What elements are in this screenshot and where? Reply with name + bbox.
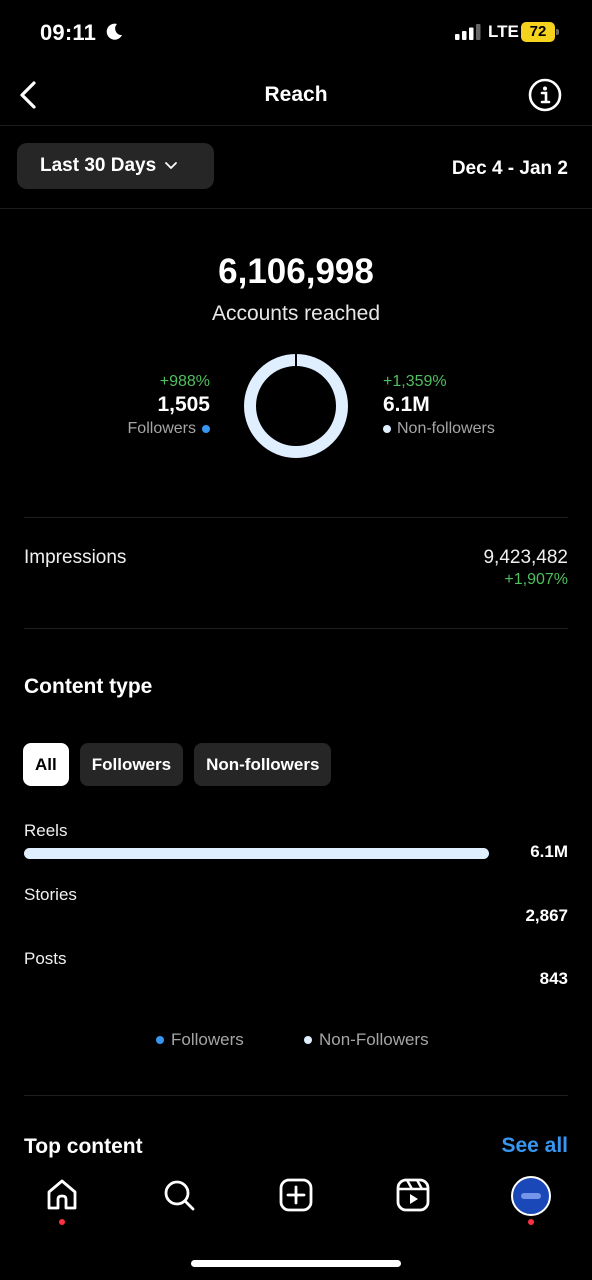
page-header: Reach [0,64,592,126]
home-notification-dot [59,1219,65,1225]
non-followers-value: 6.1M [383,393,430,416]
profile-avatar[interactable] [511,1176,551,1216]
tab-followers[interactable]: Followers [79,743,184,786]
profile-notification-dot [528,1219,534,1225]
divider [24,1095,568,1096]
date-range-label: Last 30 Days [40,155,157,176]
non-followers-label: Non-followers [397,420,495,437]
status-time: 09:11 [40,20,97,45]
impressions-value: 9,423,482 [483,547,568,568]
filter-bar: Last 30 Days Dec 4 - Jan 2 [0,127,592,209]
accounts-reached-label: Accounts reached [211,302,381,325]
legend-followers: Followers [156,1030,244,1050]
tab-all[interactable]: All [23,743,69,786]
reels-bar [24,848,489,859]
top-content-title: Top content [24,1135,143,1158]
impressions-label: Impressions [24,547,127,568]
battery-icon: 72 [521,22,559,42]
page-title: Reach [264,83,328,106]
non-followers-stat: +1,359% 6.1M Non-followers [383,373,495,438]
stories-value: 2,867 [525,906,568,925]
date-range-dropdown[interactable]: Last 30 Days [17,143,214,189]
legend-followers-dot-icon [156,1036,164,1044]
followers-dot-icon [202,425,210,433]
signal-icon [455,24,481,40]
followers-stat: +988% 1,505 Followers [128,373,210,438]
content-type-tabs: All Followers Non-followers [23,743,332,786]
non-followers-dot-icon [383,425,391,433]
non-followers-change: +1,359% [383,373,447,390]
status-bar: 09:11 LTE 72 [0,0,592,64]
see-all-link[interactable]: See all [501,1134,568,1158]
moon-icon [106,23,122,40]
reach-donut-chart [244,354,348,458]
home-icon[interactable] [42,1175,82,1215]
divider [24,517,568,518]
impressions-change: +1,907% [504,571,568,588]
reels-value: 6.1M [530,842,568,861]
battery-level: 72 [521,22,555,42]
content-type-title: Content type [24,675,153,698]
followers-change: +988% [159,373,210,390]
accounts-reached-total: 6,106,998 [218,252,374,291]
followers-label: Followers [127,420,196,437]
posts-value: 843 [539,969,568,988]
reels-icon[interactable] [393,1175,433,1215]
divider [24,628,568,629]
network-label: LTE [488,22,519,41]
date-range-text: Dec 4 - Jan 2 [451,158,568,179]
posts-label: Posts [24,949,67,968]
tab-non-followers[interactable]: Non-followers [194,743,332,786]
chevron-down-icon [165,162,178,169]
legend-non-followers: Non-Followers [304,1030,429,1050]
donut-non-followers-ring [244,354,348,458]
stories-label: Stories [24,885,77,904]
reels-label: Reels [24,821,68,840]
home-indicator[interactable] [191,1260,401,1267]
search-icon[interactable] [159,1175,199,1215]
info-circle-icon[interactable] [528,78,562,112]
followers-value: 1,505 [157,393,210,416]
create-icon[interactable] [276,1175,316,1215]
legend-non-followers-dot-icon [304,1036,312,1044]
